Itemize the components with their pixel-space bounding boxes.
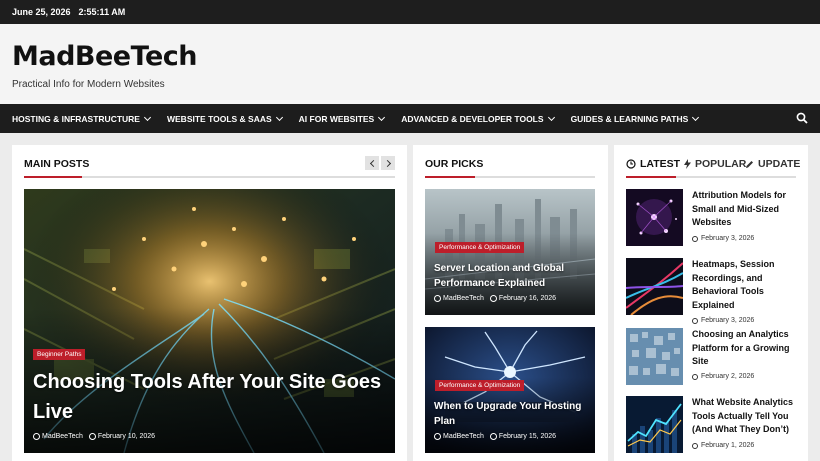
pick-title-1[interactable]: Server Location and Global Performance E… [434,261,594,291]
slider-next-button[interactable] [381,156,395,170]
chevron-down-icon [547,113,555,121]
nav-item-guides[interactable]: GUIDES & LEARNING PATHS [570,113,700,124]
chevron-down-icon [692,113,700,121]
tab-label: POPULAR [695,158,747,170]
category-badge[interactable]: Performance & Optimization [435,380,525,391]
post-date: February 3, 2026 [692,235,754,242]
author-icon [434,295,441,302]
chevron-down-icon [143,113,152,121]
post-title[interactable]: Choosing an Analytics Platform for a Gro… [692,328,802,369]
clock-icon [489,295,497,302]
pick-meta-1: MadBeeTech February 16, 2026 [434,295,556,302]
date-text: February 2, 2026 [701,373,755,380]
tab-update[interactable]: UPDATE [745,158,800,170]
clock-icon [489,433,497,440]
current-date: June 25, 2026 [12,7,71,17]
slider-prev-button[interactable] [365,156,379,170]
clock-icon [692,442,698,449]
tab-popular[interactable]: POPULAR [684,158,746,170]
sidebar-panel: LATEST POPULAR UPDATE Attribution Models… [614,145,808,461]
top-bar: June 25, 2026 2:55:11 AM [0,0,820,24]
post-title[interactable]: Heatmaps, Session Recordings, and Behavi… [692,258,802,312]
featured-post-title[interactable]: Choosing Tools After Your Site Goes Live [33,367,383,427]
nav-item-hosting[interactable]: HOSTING & INFRASTRUCTURE [12,113,152,124]
current-time: 2:55:11 AM [78,7,126,17]
post-thumbnail[interactable] [626,258,683,315]
heading-divider [626,176,796,178]
main-nav: HOSTING & INFRASTRUCTURE WEBSITE TOOLS &… [0,104,820,133]
nav-item-ai[interactable]: AI FOR WEBSITES [298,113,386,124]
post-thumbnail[interactable] [626,328,683,385]
post-title[interactable]: What Website Analytics Tools Actually Te… [692,396,802,437]
post-date: February 3, 2026 [692,317,754,324]
clock-icon [88,433,96,440]
post-date: February 1, 2026 [692,442,754,449]
date-text: February 3, 2026 [701,235,755,242]
heading-divider [24,176,395,178]
post-author[interactable]: MadBeeTech [443,295,484,302]
chevron-down-icon [378,113,386,121]
post-author[interactable]: MadBeeTech [443,433,484,440]
clock-icon [626,159,636,169]
list-item[interactable]: Heatmaps, Session Recordings, and Behavi… [626,258,802,324]
clock-icon [692,317,698,324]
pick-meta-2: MadBeeTech February 15, 2026 [434,433,556,440]
category-badge[interactable]: Beginner Paths [33,349,86,360]
post-author[interactable]: MadBeeTech [42,433,83,440]
nav-label: HOSTING & INFRASTRUCTURE [12,113,140,124]
main-posts-heading: MAIN POSTS [24,158,90,170]
nav-label: AI FOR WEBSITES [298,113,375,124]
post-thumbnail[interactable] [626,396,683,453]
site-title[interactable]: MadBeeTech [12,41,198,72]
chevron-right-icon [383,159,391,167]
main-posts-panel: MAIN POSTS Beginner Paths Choosing Tools… [12,145,407,461]
post-date: February 15, 2026 [498,433,557,440]
category-badge[interactable]: Performance & Optimization [435,242,525,253]
post-date: February 10, 2026 [97,433,156,440]
post-date: February 16, 2026 [498,295,557,302]
featured-post-meta: MadBeeTech February 10, 2026 [33,433,155,440]
pencil-icon [746,160,753,168]
date-text: February 1, 2026 [701,442,755,449]
list-item[interactable]: What Website Analytics Tools Actually Te… [626,396,801,456]
search-icon[interactable] [796,112,808,124]
list-item[interactable]: Choosing an Analytics Platform for a Gro… [626,328,801,388]
post-title[interactable]: Attribution Models for Small and Mid-Siz… [692,189,802,230]
post-date: February 2, 2026 [692,373,754,380]
pick-title-2[interactable]: When to Upgrade Your Hosting Plan [434,399,594,429]
author-icon [434,433,441,440]
nav-label: ADVANCED & DEVELOPER TOOLS [401,113,544,124]
site-header: MadBeeTech Practical Info for Modern Web… [0,24,820,104]
bolt-icon [684,159,691,169]
site-tagline: Practical Info for Modern Websites [12,79,165,90]
date-text: February 3, 2026 [701,317,755,324]
clock-icon [692,235,698,242]
heading-divider [425,176,595,178]
nav-item-website-tools[interactable]: WEBSITE TOOLS & SAAS [166,113,283,124]
author-icon [33,433,40,440]
nav-label: GUIDES & LEARNING PATHS [570,113,689,124]
nav-label: WEBSITE TOOLS & SAAS [166,113,272,124]
chevron-left-icon [369,159,377,167]
tab-label: UPDATE [758,158,801,170]
our-picks-heading: OUR PICKS [425,158,484,170]
our-picks-panel: OUR PICKS Performance & Optimization Ser… [413,145,608,461]
chevron-down-icon [275,113,283,121]
tab-label: LATEST [640,158,681,170]
nav-item-advanced[interactable]: ADVANCED & DEVELOPER TOOLS [401,113,555,124]
post-thumbnail[interactable] [626,189,683,246]
clock-icon [692,373,698,380]
tab-latest[interactable]: LATEST [626,158,680,170]
list-item[interactable]: Attribution Models for Small and Mid-Siz… [626,189,801,249]
